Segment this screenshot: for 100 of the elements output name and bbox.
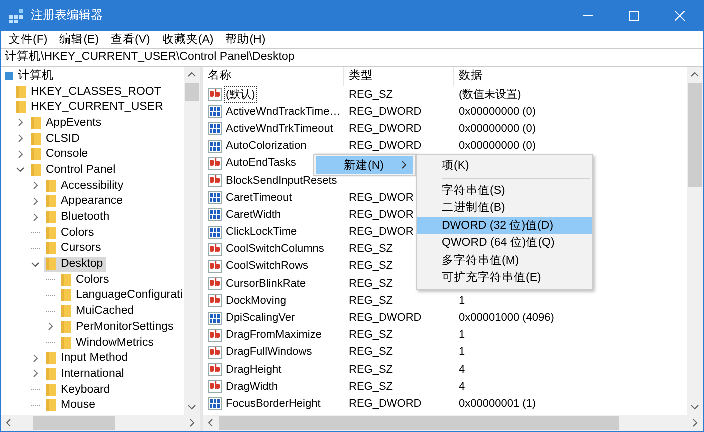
chevron-down-icon[interactable] bbox=[31, 260, 40, 269]
chevron-right-icon[interactable] bbox=[31, 212, 40, 222]
table-cell[interactable]: AutoColorization bbox=[224, 139, 309, 154]
chevron-right-icon[interactable] bbox=[16, 134, 25, 144]
table-cell[interactable]: ActiveWndTrackTime… bbox=[224, 104, 343, 119]
app-icon bbox=[9, 8, 23, 22]
table-cell[interactable]: CaretTimeout bbox=[224, 190, 294, 205]
chevron-right-icon[interactable] bbox=[16, 118, 25, 128]
binary-value-icon bbox=[208, 312, 222, 325]
computer-icon bbox=[5, 72, 13, 80]
table-cell[interactable]: DragFullWindows bbox=[224, 345, 314, 360]
chevron-right-icon[interactable] bbox=[16, 150, 25, 159]
scroll-thumb[interactable] bbox=[688, 83, 702, 187]
arrow-left-icon[interactable] bbox=[208, 419, 213, 427]
chevron-right-icon[interactable] bbox=[31, 181, 40, 190]
arrow-right-icon[interactable] bbox=[693, 419, 698, 427]
column-header[interactable]: 名称 bbox=[203, 67, 344, 86]
tree-item[interactable]: Colors bbox=[44, 225, 98, 240]
table-cell[interactable]: DpiScalingVer bbox=[224, 311, 298, 326]
tree-item[interactable]: Control Panel bbox=[29, 162, 119, 178]
tree-item[interactable]: Keyboard bbox=[44, 382, 114, 398]
table-cell[interactable]: ClickLockTime bbox=[224, 225, 300, 240]
tree-item[interactable]: WindowMetrics bbox=[59, 335, 157, 350]
menu-item[interactable]: 多字符串值(M) bbox=[417, 252, 592, 269]
scrollbar[interactable] bbox=[1, 415, 200, 431]
tree-item[interactable]: Input Method bbox=[44, 350, 132, 366]
scrollbar[interactable] bbox=[687, 67, 703, 415]
menu-item[interactable]: 项(K) bbox=[417, 157, 592, 174]
table-cell[interactable]: DragWidth bbox=[224, 380, 280, 394]
tree-item[interactable]: Accessibility bbox=[44, 178, 127, 194]
binary-value-icon bbox=[208, 105, 222, 118]
tree-item[interactable]: CLSID bbox=[29, 131, 83, 146]
tree-item[interactable]: Desktop bbox=[44, 256, 106, 272]
table-cell[interactable]: CursorBlinkRate bbox=[224, 276, 308, 291]
menu-item[interactable]: 文件(F) bbox=[3, 31, 54, 48]
tree-item[interactable]: Console bbox=[29, 146, 92, 162]
chevron-down-icon[interactable] bbox=[16, 165, 25, 174]
table-cell: REG_DWOR bbox=[349, 208, 414, 221]
chevron-right-icon[interactable] bbox=[31, 369, 40, 378]
scrollbar[interactable] bbox=[203, 415, 703, 431]
table-cell[interactable]: CoolSwitchColumns bbox=[224, 242, 326, 256]
tree-item[interactable]: Bluetooth bbox=[44, 210, 113, 225]
table-cell[interactable]: BlockSendInputResets bbox=[224, 174, 340, 188]
scroll-thumb[interactable] bbox=[219, 416, 619, 430]
arrow-up-icon[interactable] bbox=[188, 72, 196, 77]
table-cell[interactable]: DragFromMaximize bbox=[224, 328, 324, 342]
chevron-right-icon[interactable] bbox=[31, 196, 40, 206]
table-cell[interactable]: FocusBorderHeight bbox=[224, 396, 323, 411]
tree-item[interactable]: AppEvents bbox=[29, 115, 105, 130]
menu-item[interactable]: 新建(N) bbox=[316, 156, 413, 174]
tree-item[interactable]: HKEY_CLASSES_ROOT bbox=[14, 84, 164, 100]
arrow-down-icon[interactable] bbox=[188, 405, 196, 410]
table-cell[interactable]: ActiveWndTrkTimeout bbox=[224, 122, 336, 136]
arrow-up-icon[interactable] bbox=[691, 72, 699, 77]
chevron-right-icon[interactable] bbox=[46, 322, 55, 332]
string-value-icon bbox=[208, 328, 222, 342]
folder-icon bbox=[61, 289, 71, 302]
tree-item[interactable]: PerMonitorSettings bbox=[59, 319, 177, 334]
menu-item[interactable]: 查看(V) bbox=[105, 31, 156, 48]
tree-item[interactable]: Mouse bbox=[44, 398, 99, 413]
table-cell: 4 bbox=[459, 380, 466, 393]
close-icon bbox=[675, 10, 685, 20]
menu-item[interactable]: QWORD (64 位)值(Q) bbox=[417, 234, 592, 252]
tree-item[interactable]: 计算机 bbox=[3, 68, 57, 84]
tree-item[interactable]: HKEY_CURRENT_USER bbox=[14, 100, 166, 115]
column-header[interactable]: 类型 bbox=[344, 67, 454, 86]
menu-item[interactable]: 可扩充字符串值(E) bbox=[417, 269, 592, 286]
arrow-left-icon[interactable] bbox=[6, 419, 11, 427]
folder-icon bbox=[46, 180, 56, 192]
scrollbar[interactable] bbox=[184, 67, 200, 415]
column-header[interactable]: 数据 bbox=[454, 67, 684, 86]
arrow-right-icon[interactable] bbox=[190, 419, 195, 427]
scroll-thumb[interactable] bbox=[185, 83, 199, 101]
table-cell[interactable]: CoolSwitchRows bbox=[224, 259, 311, 274]
menu-item[interactable]: 收藏夹(A) bbox=[156, 31, 220, 48]
menu-item[interactable]: 编辑(E) bbox=[54, 31, 106, 48]
menu-item[interactable]: 二进制值(B) bbox=[417, 199, 592, 216]
table-cell: 1 bbox=[459, 346, 466, 358]
binary-value-icon bbox=[208, 226, 222, 239]
tree-item[interactable]: Colors bbox=[59, 272, 112, 288]
table-cell[interactable]: DragHeight bbox=[224, 362, 284, 377]
table-cell[interactable]: AutoEndTasks bbox=[224, 156, 298, 170]
tree-item[interactable]: LanguageConfigurati bbox=[59, 288, 184, 303]
folder-icon bbox=[31, 116, 41, 129]
arrow-down-icon[interactable] bbox=[691, 405, 699, 410]
menu-item[interactable]: 帮助(H) bbox=[220, 31, 272, 48]
tree-item[interactable]: International bbox=[44, 366, 128, 382]
table-cell: REG_DWORD bbox=[349, 140, 422, 152]
tree-item[interactable]: Appearance bbox=[44, 194, 126, 209]
chevron-right-icon[interactable] bbox=[31, 354, 40, 363]
table-cell[interactable]: (默认) bbox=[224, 86, 258, 104]
table-cell[interactable]: DockMoving bbox=[224, 294, 289, 308]
scroll-thumb[interactable] bbox=[33, 416, 115, 430]
menu-item[interactable]: 字符串值(S) bbox=[417, 182, 592, 199]
table-cell: REG_SZ bbox=[349, 243, 394, 256]
tree-item[interactable]: MuiCached bbox=[59, 304, 138, 319]
address-field[interactable]: 计算机\HKEY_CURRENT_USER\Control Panel\Desktop bbox=[1, 48, 703, 67]
tree-item[interactable]: Cursors bbox=[44, 240, 104, 256]
menu-item[interactable]: DWORD (32 位)值(D) bbox=[417, 216, 592, 234]
table-cell[interactable]: CaretWidth bbox=[224, 208, 284, 222]
